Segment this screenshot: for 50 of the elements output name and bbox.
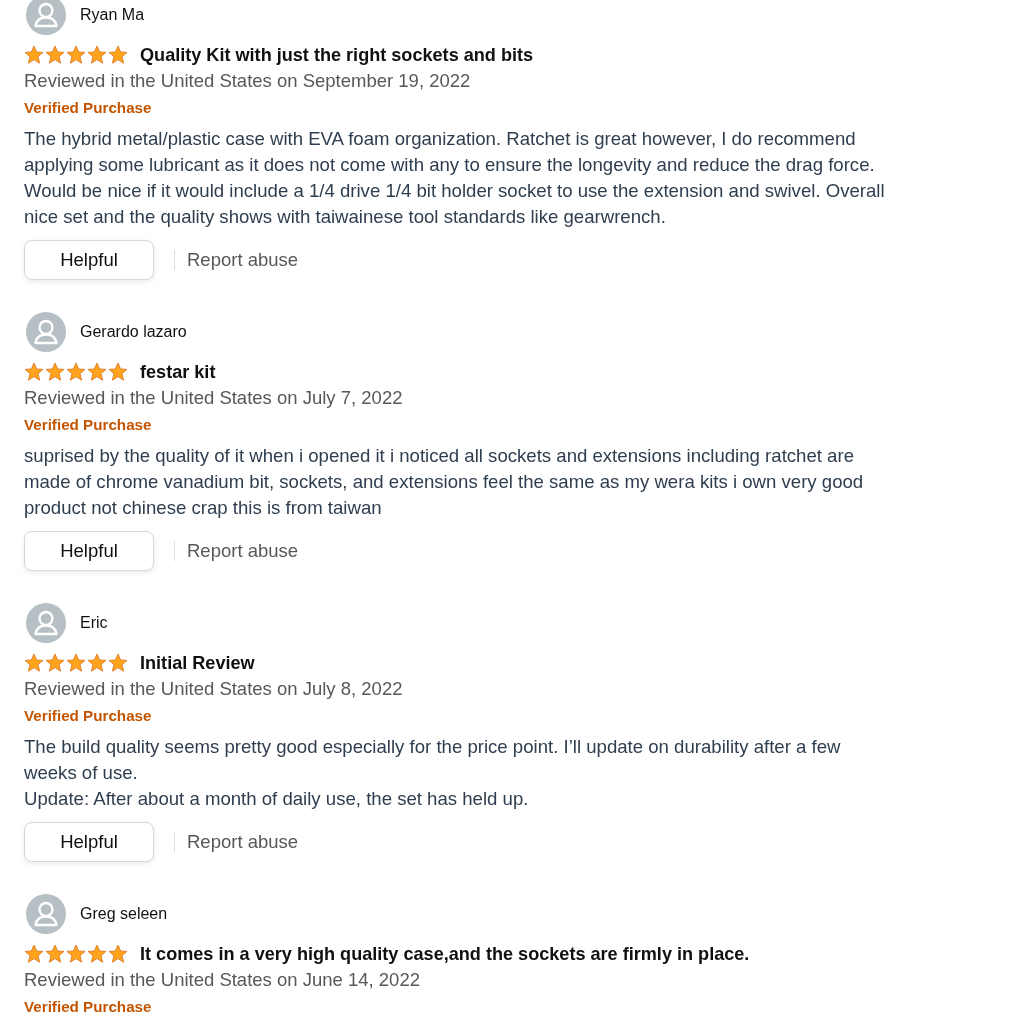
star-icon	[108, 944, 128, 964]
star-icon	[108, 362, 128, 382]
star-icon	[66, 944, 86, 964]
helpful-button[interactable]: Helpful	[24, 822, 154, 862]
avatar-icon	[26, 603, 66, 643]
reviewer-name: Eric	[80, 614, 108, 632]
reviewer-name: Gerardo lazaro	[80, 323, 187, 341]
helpful-button[interactable]: Helpful	[24, 531, 154, 571]
star-icon	[66, 362, 86, 382]
star-icon	[108, 45, 128, 65]
star-icon	[24, 45, 44, 65]
review-text: Update: After about a month of daily use, the set has held up.	[24, 787, 530, 811]
star-icon	[24, 362, 44, 382]
review-title: It comes in a very high quality case,and the sockets are firmly in place.	[140, 943, 750, 965]
star-icon	[87, 45, 107, 65]
star-icon	[45, 944, 65, 964]
helpful-button[interactable]: Helpful	[24, 240, 154, 280]
star-icon	[108, 653, 128, 673]
star-icon	[87, 653, 107, 673]
avatar-icon	[26, 894, 66, 934]
report-abuse-link[interactable]: Report abuse	[187, 540, 299, 562]
review-date: Reviewed in the United States on June 14, 2022	[24, 968, 420, 992]
review-text: The hybrid metal/plastic case with EVA foam organization. Ratchet is great however, I do recommend applying some lubricant as it does not come with any to ensure the longevity and reduce the drag force. Would be nice if it would include a 1/4 drive 1/4 bit holder socket to use the extension and swivel. Overall nice set and the quality shows with taiwainese tool standards like gearwrench.	[24, 127, 886, 229]
review-title: Initial Review	[140, 652, 255, 674]
verified-purchase-label: Verified Purchase	[24, 706, 152, 726]
star-icon	[66, 45, 86, 65]
review-text: The build quality seems pretty good especially for the price point. I’ll update on durability after a few weeks of use.	[24, 735, 842, 785]
star-icon	[45, 362, 65, 382]
reviewer-name: Greg seleen	[80, 905, 168, 923]
star-icon	[87, 362, 107, 382]
avatar-icon	[26, 312, 66, 352]
review-title: festar kit	[140, 361, 216, 383]
star-icon	[24, 653, 44, 673]
verified-purchase-label: Verified Purchase	[24, 415, 152, 435]
avatar-icon	[26, 0, 66, 35]
verified-purchase-label: Verified Purchase	[24, 98, 152, 118]
star-icon	[24, 944, 44, 964]
review-title: Quality Kit with just the right sockets and bits	[140, 44, 534, 66]
star-icon	[45, 653, 65, 673]
star-icon	[87, 944, 107, 964]
report-abuse-link[interactable]: Report abuse	[187, 831, 299, 853]
reviewer-name: Ryan Ma	[80, 6, 145, 24]
verified-purchase-label: Verified Purchase	[24, 997, 152, 1017]
star-icon	[66, 653, 86, 673]
review-text: suprised by the quality of it when i opened it i noticed all sockets and extensions including ratchet are made of chrome vanadium bit, sockets, and extensions feel the same as my wera kits i own very good product not chinese crap this is from taiwan	[24, 444, 865, 520]
review-date: Reviewed in the United States on September 19, 2022	[24, 69, 471, 93]
review-date: Reviewed in the United States on July 7, 2022	[24, 386, 403, 410]
star-icon	[45, 45, 65, 65]
report-abuse-link[interactable]: Report abuse	[187, 249, 299, 271]
review-date: Reviewed in the United States on July 8, 2022	[24, 677, 403, 701]
